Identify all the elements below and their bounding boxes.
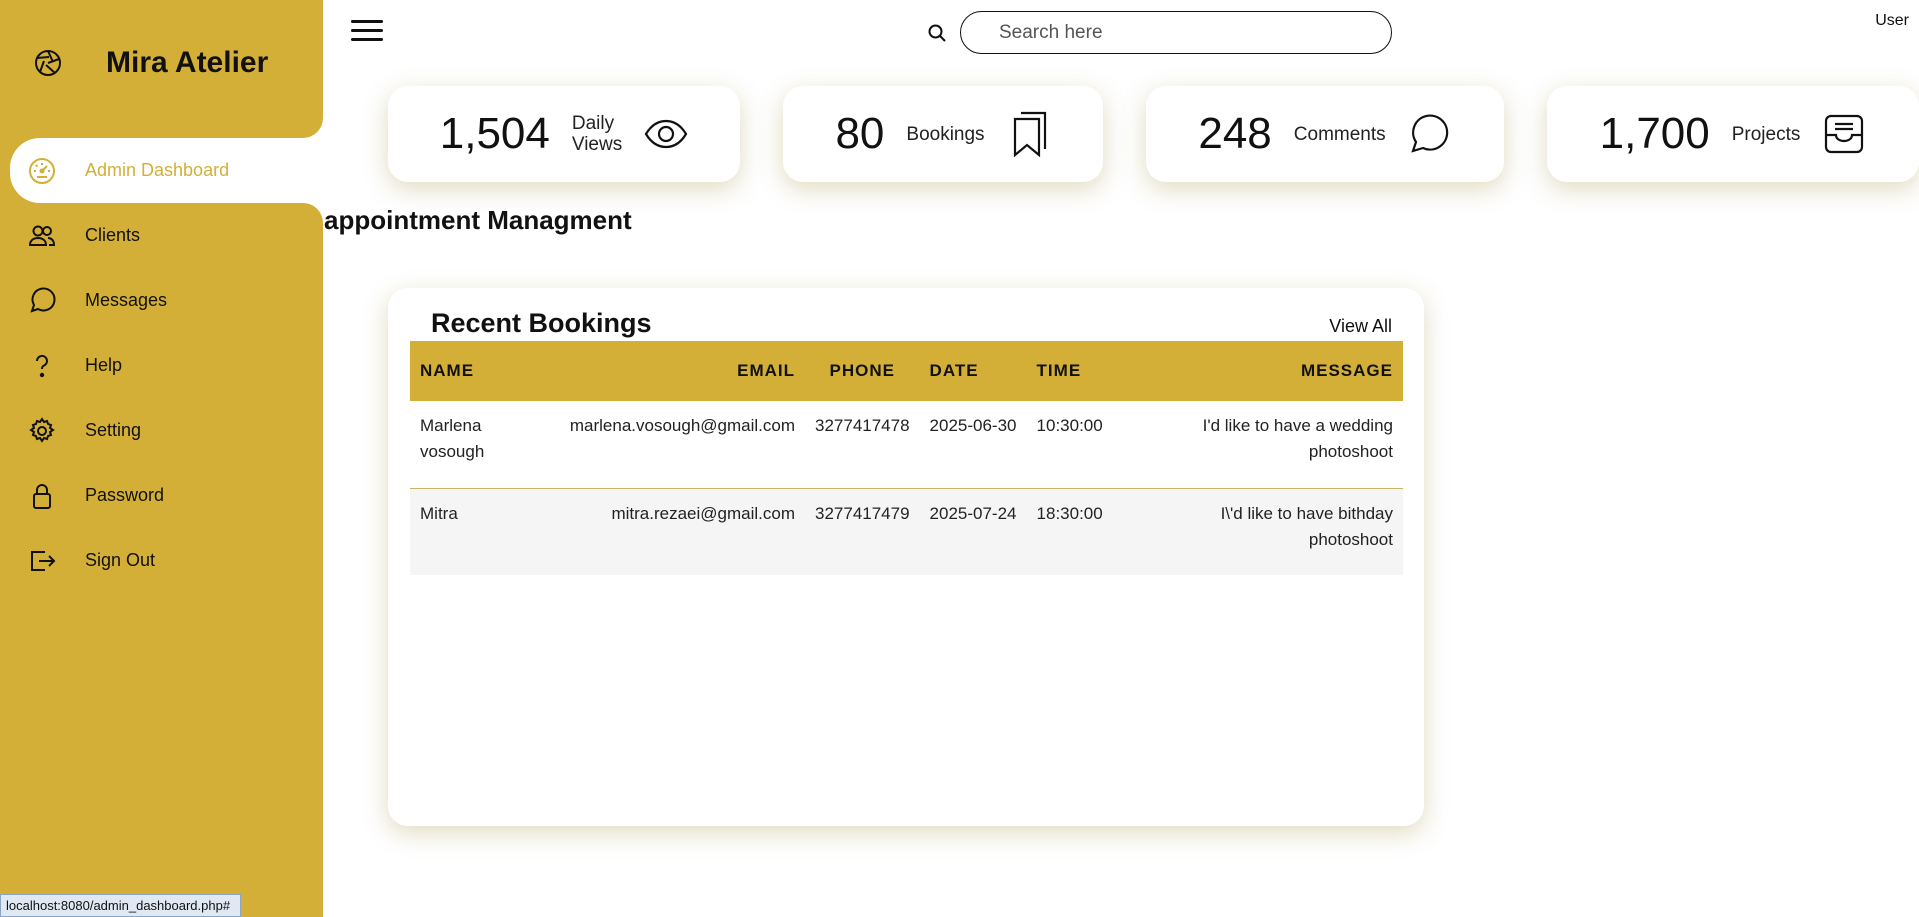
chat-bubble-icon (27, 286, 57, 316)
sidebar-item-label: Clients (85, 225, 141, 245)
view-all-link[interactable]: View All (1329, 316, 1392, 337)
sidebar-item-label: Setting (85, 420, 142, 440)
sidebar-item-help[interactable]: Help (0, 333, 323, 398)
cell-time: 10:30:00 (1036, 416, 1103, 435)
stat-label-line: Daily (571, 113, 615, 134)
stat-number: 1,700 (1599, 109, 1710, 158)
cell-phone: 3277417478 (815, 416, 910, 435)
sidebar-item-label: Admin Dashboard (85, 160, 230, 180)
stat-label-line: Views (571, 134, 623, 155)
brand-name: Mira Atelier (106, 46, 269, 79)
sidebar: Mira Atelier Admin Dashboard Clients Mes… (0, 0, 323, 917)
column-header-name: NAME (420, 361, 475, 380)
column-header-time: TIME (1036, 361, 1082, 380)
cell-time: 18:30:00 (1036, 503, 1103, 523)
sidebar-item-label: Password (85, 485, 165, 505)
sidebar-item-label: Sign Out (85, 550, 156, 570)
sidebar-item-admin-dashboard[interactable]: Admin Dashboard (10, 138, 323, 203)
gear-icon (27, 416, 57, 446)
panel-title: Recent Bookings (431, 308, 652, 338)
table-row[interactable]: Mitra mitra.rezaei@gmail.com 3277417479 … (410, 488, 1403, 575)
bookmarks-icon (1007, 111, 1051, 157)
cell-name: Marlena vosough (420, 416, 485, 461)
column-header-phone: PHONE (829, 361, 895, 380)
brand[interactable]: Mira Atelier (30, 42, 268, 84)
cell-date: 2025-07-24 (929, 503, 1017, 523)
recent-bookings-panel: Recent Bookings View All NAME EMAIL PHON… (388, 288, 1424, 826)
stat-card-projects: 1,700 Projects (1547, 86, 1919, 182)
chat-icon (1408, 112, 1452, 156)
sidebar-item-setting[interactable]: Setting (0, 398, 323, 463)
search-icon[interactable] (927, 23, 947, 43)
cell-email: marlena.vosough@gmail.com (569, 416, 795, 435)
column-header-message: MESSAGE (1300, 361, 1393, 380)
sign-out-icon (27, 546, 57, 576)
stat-number: 1,504 (439, 109, 550, 158)
stat-label: Daily Views (572, 113, 622, 155)
page-title: appointment Managment (324, 205, 632, 235)
people-icon (27, 221, 57, 251)
sidebar-item-sign-out[interactable]: Sign Out (0, 528, 323, 593)
sidebar-item-messages[interactable]: Messages (0, 268, 323, 333)
inbox-icon (1822, 112, 1866, 156)
cell-message: I'd like to have a wedding photoshoot (1202, 416, 1393, 461)
question-icon (27, 351, 57, 381)
cell-email: mitra.rezaei@gmail.com (611, 503, 795, 523)
column-header-date: DATE (929, 361, 979, 380)
speedometer-icon (27, 156, 57, 186)
cell-date: 2025-06-30 (929, 416, 1017, 435)
cell-phone: 3277417479 (815, 503, 910, 523)
sidebar-item-clients[interactable]: Clients (0, 203, 323, 268)
cell-message: I\'d like to have bithday photoshoot (1220, 503, 1393, 549)
search-input[interactable] (960, 11, 1392, 54)
stat-card-comments: 248 Comments (1146, 86, 1504, 182)
aperture-icon (30, 45, 66, 81)
stat-number: 80 (835, 109, 885, 158)
stat-number: 248 (1198, 109, 1272, 158)
hamburger-menu-icon[interactable] (351, 20, 383, 44)
table-header-row: NAME EMAIL PHONE DATE TIME MESSAGE (410, 341, 1403, 401)
sidebar-nav: Admin Dashboard Clients Messages Help Se… (0, 138, 323, 593)
sidebar-item-password[interactable]: Password (0, 463, 323, 528)
lock-icon (27, 481, 57, 511)
stat-label: Bookings (906, 123, 985, 145)
cell-name: Mitra (420, 503, 458, 523)
browser-status-bar: localhost:8080/admin_dashboard.php# (0, 894, 242, 917)
eye-icon (644, 112, 688, 156)
table-row[interactable]: Marlena vosough marlena.vosough@gmail.co… (410, 401, 1403, 488)
sidebar-item-label: Messages (85, 290, 168, 310)
stat-label: Comments (1293, 123, 1386, 145)
sidebar-item-label: Help (85, 355, 123, 375)
bookings-table: NAME EMAIL PHONE DATE TIME MESSAGE Marle… (410, 341, 1403, 575)
column-header-email: EMAIL (737, 361, 795, 380)
user-avatar[interactable]: User (1869, 12, 1909, 52)
stat-card-bookings: 80 Bookings (783, 86, 1103, 182)
stat-label: Projects (1731, 123, 1801, 145)
stat-card-daily-views: 1,504 Daily Views (388, 86, 740, 182)
